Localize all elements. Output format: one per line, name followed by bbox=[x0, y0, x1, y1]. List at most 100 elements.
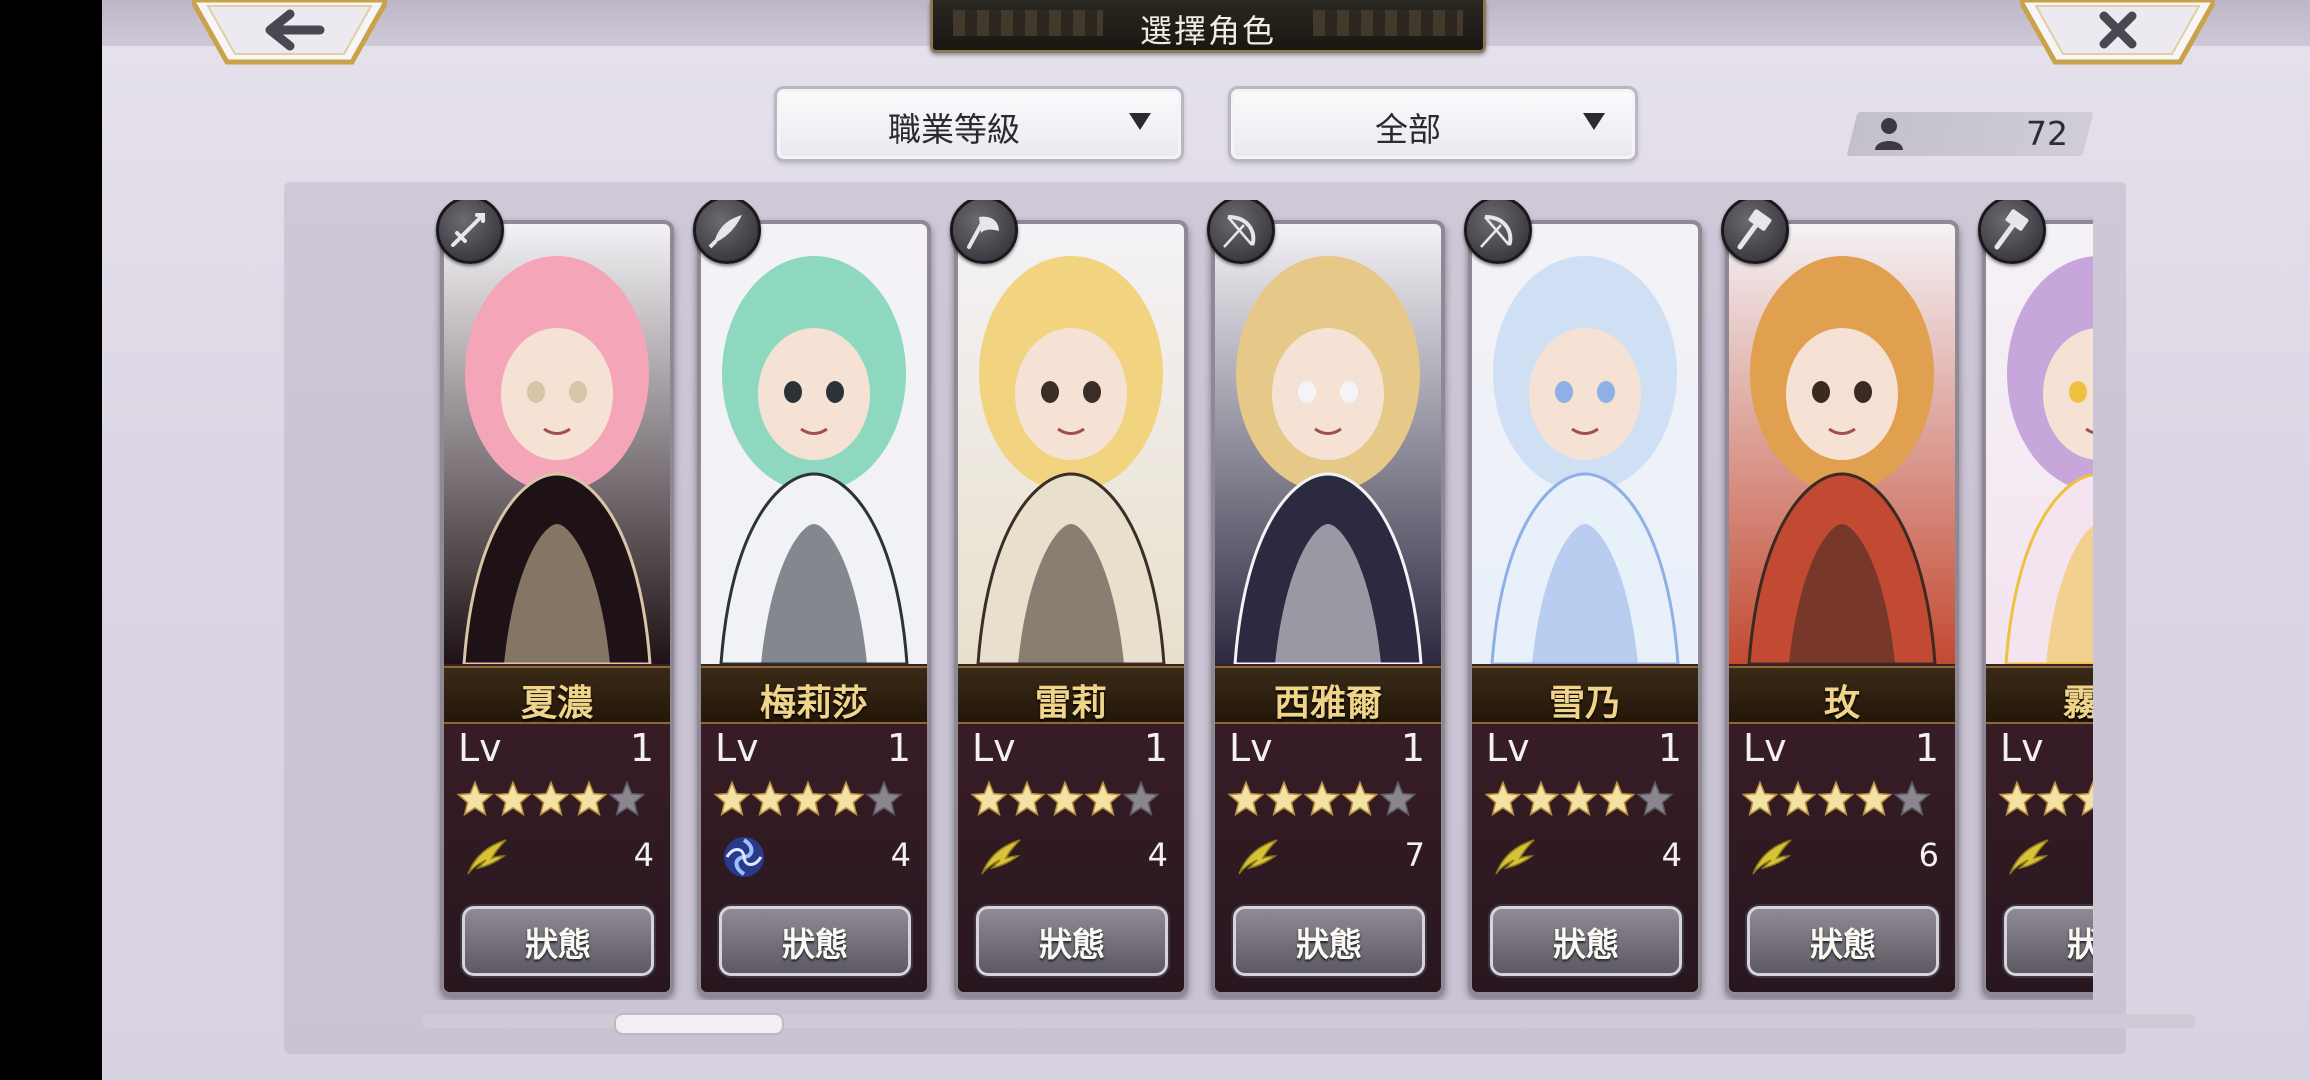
screen: 選擇角色 職業等級 全部 72 夏濃 Lv 1 4 狀態 梅莉莎 Lv 1 4 狀態 雷莉 Lv 1 4 狀… bbox=[102, 0, 2310, 1080]
star-filled-icon bbox=[1046, 780, 1084, 817]
skill-icon-wrap bbox=[1492, 834, 1538, 884]
star-filled-icon bbox=[751, 780, 789, 817]
chevron-down-icon bbox=[1129, 113, 1151, 130]
status-button[interactable]: 狀態 bbox=[462, 906, 654, 976]
star-filled-icon bbox=[1998, 780, 2036, 817]
scrollbar-thumb[interactable] bbox=[614, 1013, 785, 1035]
star-filled-icon bbox=[1303, 780, 1341, 817]
star-rating bbox=[456, 780, 646, 822]
status-button[interactable]: 狀態 bbox=[719, 906, 911, 976]
skill-value: 4 bbox=[1147, 836, 1168, 874]
skill-icon-wrap bbox=[1235, 834, 1281, 884]
star-rating bbox=[713, 780, 903, 822]
status-button-label: 狀態 bbox=[1810, 925, 1876, 964]
star-filled-icon bbox=[1227, 780, 1265, 817]
star-empty-icon bbox=[865, 780, 903, 817]
arrow-left-icon bbox=[192, 0, 387, 65]
skill-value: 6 bbox=[1918, 836, 1939, 874]
character-name: 夏濃 bbox=[520, 682, 593, 724]
status-button[interactable]: 狀態 bbox=[1233, 906, 1425, 976]
status-button[interactable]: 狀態 bbox=[976, 906, 1168, 976]
character-card[interactable]: 霧華Lv14狀態 bbox=[1982, 220, 2093, 996]
star-filled-icon bbox=[1008, 780, 1046, 817]
status-button[interactable]: 狀態 bbox=[1747, 906, 1939, 976]
wing-icon bbox=[1495, 839, 1535, 875]
roster-count: 72 bbox=[2026, 114, 2068, 153]
wing-icon bbox=[467, 839, 507, 875]
title-banner: 選擇角色 bbox=[930, 0, 1486, 53]
level-value: 1 bbox=[1400, 726, 1425, 770]
page-title: 選擇角色 bbox=[1139, 12, 1276, 50]
skill-icon-wrap bbox=[1749, 834, 1795, 884]
star-filled-icon bbox=[1855, 780, 1893, 817]
character-card[interactable]: 西雅爾 Lv 1 7 狀態 bbox=[1211, 220, 1445, 996]
status-button-label: 狀態 bbox=[1296, 925, 1362, 964]
star-filled-icon bbox=[2074, 780, 2093, 817]
status-button[interactable]: 狀態 bbox=[1490, 906, 1682, 976]
wing-icon bbox=[1238, 839, 1278, 875]
name-bar: 梅莉莎 bbox=[701, 666, 927, 724]
name-bar: 雪乃 bbox=[1472, 666, 1698, 724]
character-card[interactable]: 梅莉莎 Lv 1 4 狀態 bbox=[697, 220, 931, 996]
character-name: 雷莉 bbox=[1034, 682, 1107, 724]
status-button[interactable]: 狀態 bbox=[2004, 906, 2093, 976]
character-portrait bbox=[444, 224, 670, 664]
character-card[interactable]: 雷莉 Lv 1 4 狀態 bbox=[954, 220, 1188, 996]
job-level-dropdown[interactable]: 職業等級 bbox=[774, 86, 1184, 162]
star-filled-icon bbox=[1779, 780, 1817, 817]
axe-icon bbox=[967, 216, 999, 249]
star-filled-icon bbox=[2036, 780, 2074, 817]
star-filled-icon bbox=[789, 780, 827, 817]
level-label: Lv bbox=[2000, 726, 2044, 770]
star-filled-icon bbox=[1817, 780, 1855, 817]
level-label: Lv bbox=[458, 726, 502, 770]
star-rating bbox=[1227, 780, 1417, 822]
close-icon bbox=[2020, 0, 2215, 65]
category-dropdown[interactable]: 全部 bbox=[1228, 86, 1638, 162]
character-card[interactable]: 雪乃 Lv 1 4 狀態 bbox=[1468, 220, 1702, 996]
character-portrait bbox=[1215, 224, 1441, 664]
close-button[interactable] bbox=[2020, 0, 2215, 65]
character-list[interactable]: 夏濃 Lv 1 4 狀態 梅莉莎 Lv 1 4 狀態 雷莉 Lv 1 4 狀態 西雅爾 Lv 1 7 狀態 雪乃 Lv 1 4… bbox=[320, 200, 2093, 1000]
star-filled-icon bbox=[1598, 780, 1636, 817]
star-filled-icon bbox=[494, 780, 532, 817]
star-empty-icon bbox=[1893, 780, 1931, 817]
star-rating bbox=[970, 780, 1160, 822]
level-value: 1 bbox=[886, 726, 911, 770]
character-card[interactable]: 夏濃 Lv 1 4 狀態 bbox=[440, 220, 674, 996]
star-rating bbox=[1484, 780, 1674, 822]
name-bar: 夏濃 bbox=[444, 666, 670, 724]
wing-icon bbox=[2009, 839, 2049, 875]
blade-icon bbox=[708, 215, 742, 249]
status-button-label: 狀態 bbox=[1039, 925, 1105, 964]
person-icon bbox=[1875, 118, 1903, 150]
skill-value: 7 bbox=[1404, 836, 1425, 874]
character-name: 雪乃 bbox=[1548, 682, 1621, 724]
star-empty-icon bbox=[1379, 780, 1417, 817]
star-rating bbox=[1998, 780, 2093, 822]
character-portrait bbox=[1472, 224, 1698, 664]
skill-icon-wrap bbox=[721, 834, 767, 884]
character-portrait bbox=[1729, 224, 1955, 664]
level-label: Lv bbox=[1229, 726, 1273, 770]
bow-icon bbox=[1223, 215, 1256, 248]
star-empty-icon bbox=[1636, 780, 1674, 817]
wing-icon bbox=[1752, 839, 1792, 875]
star-filled-icon bbox=[1484, 780, 1522, 817]
level-label: Lv bbox=[1486, 726, 1530, 770]
character-name: 西雅爾 bbox=[1273, 682, 1382, 724]
skill-icon-wrap bbox=[2006, 834, 2052, 884]
back-button[interactable] bbox=[192, 0, 387, 65]
skill-value: 4 bbox=[1661, 836, 1682, 874]
status-button-label: 狀態 bbox=[525, 925, 591, 964]
star-filled-icon bbox=[456, 780, 494, 817]
character-portrait bbox=[701, 224, 927, 664]
hammer-icon bbox=[1994, 209, 2029, 250]
status-button-label: 狀態 bbox=[2007, 918, 2093, 966]
character-name: 玫 bbox=[1823, 682, 1860, 724]
skill-icon-wrap bbox=[464, 834, 510, 884]
character-card[interactable]: 玫 Lv 1 6 狀態 bbox=[1725, 220, 1959, 996]
character-name: 梅莉莎 bbox=[759, 682, 868, 724]
sword-icon bbox=[451, 213, 485, 247]
category-dropdown-label: 全部 bbox=[1375, 110, 1441, 149]
